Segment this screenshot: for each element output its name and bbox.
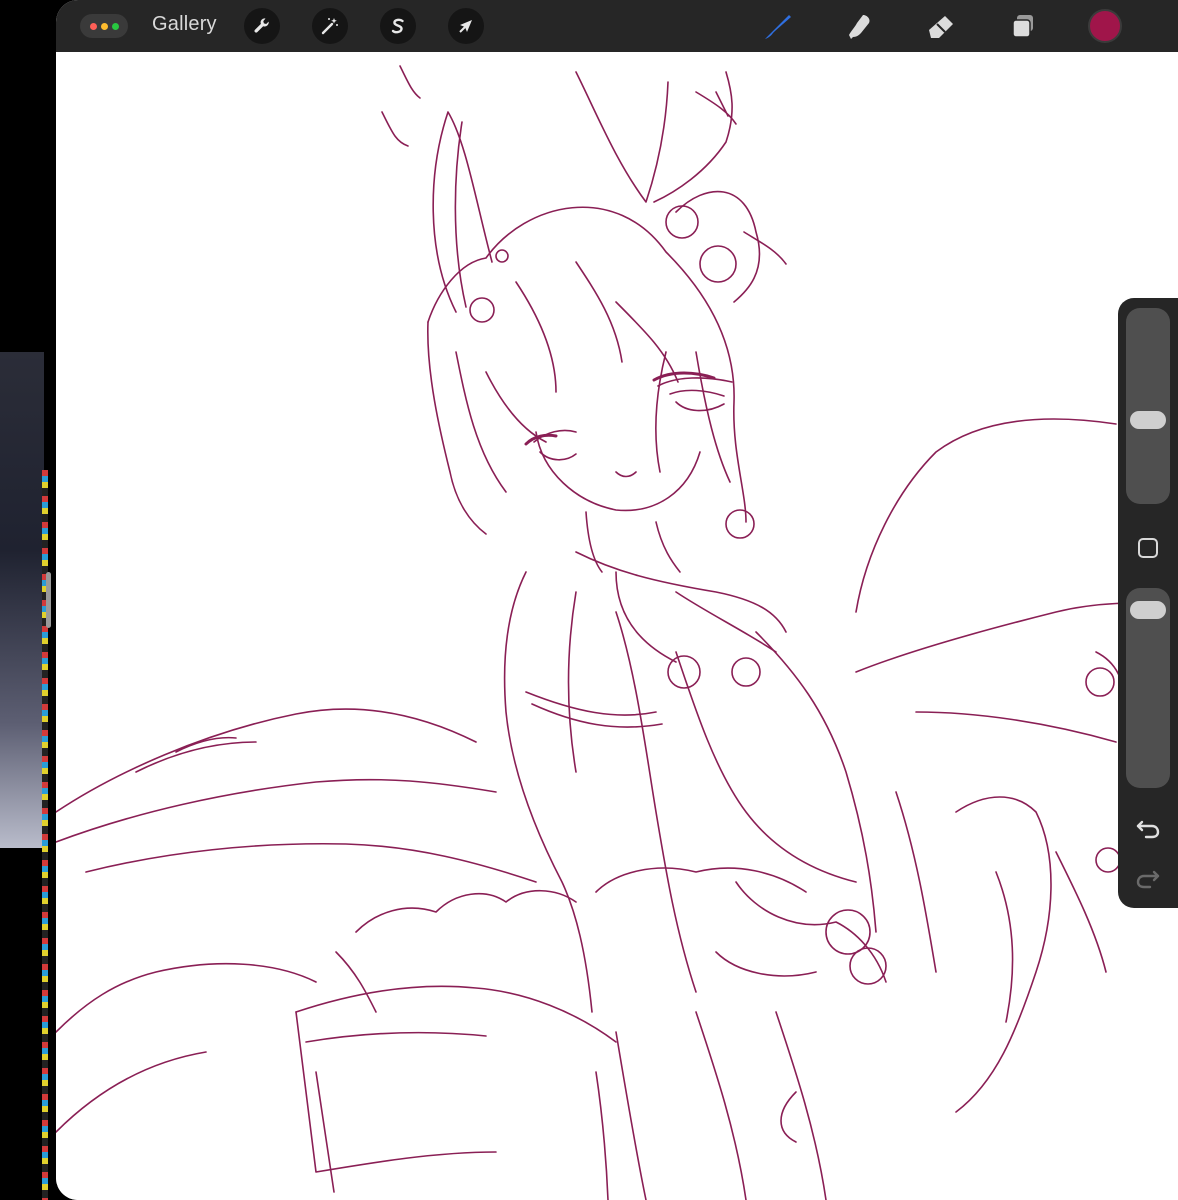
color-picker-button[interactable]	[1088, 9, 1122, 43]
undo-icon[interactable]	[1134, 814, 1162, 842]
brush-size-slider[interactable]	[1126, 308, 1170, 504]
selection-s-icon	[391, 18, 404, 34]
selection-button[interactable]	[380, 8, 416, 44]
arrow-cursor-icon	[459, 20, 472, 33]
square-icon[interactable]	[1136, 536, 1160, 560]
drawing-canvas[interactable]	[56, 52, 1178, 1200]
gallery-button[interactable]: Gallery	[152, 13, 217, 36]
opacity-slider-thumb[interactable]	[1130, 600, 1166, 619]
zoom-dot-icon[interactable]	[111, 22, 119, 30]
top-toolbar: Gallery	[56, 0, 1178, 52]
opacity-slider[interactable]	[1126, 588, 1170, 788]
smudge-icon	[849, 15, 870, 39]
brush-size-slider-thumb[interactable]	[1130, 410, 1166, 429]
adjustments-button[interactable]	[312, 8, 348, 44]
smudge-tool[interactable]	[842, 10, 876, 44]
lineart-sketch	[56, 65, 1178, 1200]
wrench-icon	[254, 18, 269, 33]
split-view-divider-handle[interactable]	[46, 572, 51, 628]
close-dot-icon[interactable]	[89, 22, 97, 30]
layers-tool[interactable]	[1006, 10, 1040, 44]
transform-button[interactable]	[448, 8, 484, 44]
right-sidebar	[1118, 298, 1178, 908]
procreate-window: Gallery	[56, 0, 1178, 1200]
left-app-artwork-thumbnail	[0, 352, 44, 848]
brush-icon	[765, 15, 791, 39]
eraser-icon	[929, 16, 953, 38]
redo-icon[interactable]	[1134, 864, 1162, 892]
layers-icon	[1012, 15, 1033, 38]
actions-button[interactable]	[244, 8, 280, 44]
brush-tool[interactable]	[760, 10, 794, 44]
eraser-tool[interactable]	[924, 10, 958, 44]
split-view-left-app[interactable]	[0, 0, 44, 1200]
minimize-dot-icon[interactable]	[100, 22, 108, 30]
magic-wand-icon	[321, 18, 338, 35]
window-controls[interactable]	[80, 14, 128, 38]
